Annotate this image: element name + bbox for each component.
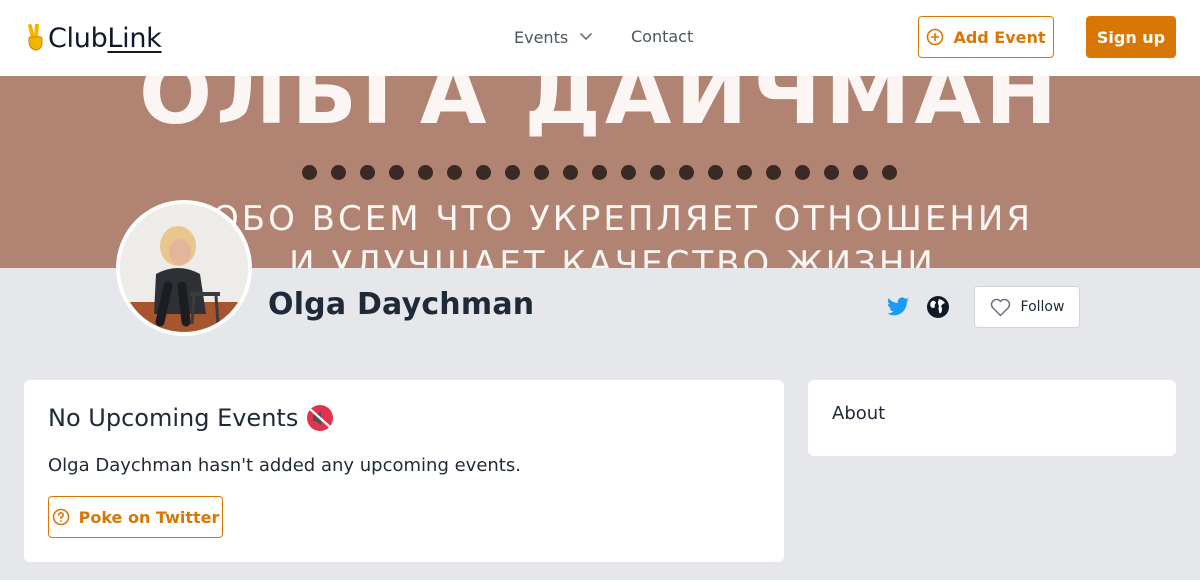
banner-dot — [331, 165, 346, 180]
banner-dot — [824, 165, 839, 180]
poke-label: Poke on Twitter — [78, 507, 220, 527]
events-card-title: No Upcoming Events — [48, 404, 299, 432]
globe-icon[interactable] — [926, 295, 950, 319]
banner-dot — [882, 165, 897, 180]
banner-dot — [505, 165, 520, 180]
nav-events-dropdown[interactable]: Events — [514, 26, 592, 48]
banner-dot — [302, 165, 317, 180]
profile-avatar — [116, 200, 252, 336]
banner-dot — [853, 165, 868, 180]
banner-dot — [563, 165, 578, 180]
banner-dot — [534, 165, 549, 180]
follow-label: Follow — [1020, 299, 1065, 315]
follow-button[interactable]: Follow — [974, 286, 1080, 328]
banner-dot — [766, 165, 781, 180]
banner-dot — [360, 165, 375, 180]
banner-dot — [795, 165, 810, 180]
nav-events-label: Events — [514, 27, 569, 47]
banner-dot — [650, 165, 665, 180]
top-header: ClubLink Events Contact Add Event Sign u… — [0, 0, 1200, 76]
about-card: About — [808, 380, 1176, 456]
banner-dots — [302, 165, 897, 180]
banner-dot — [389, 165, 404, 180]
profile-name: Olga Daychman — [268, 287, 535, 322]
banner-title: ОЛЬГА ДАЙЧМАН — [138, 76, 1062, 144]
banner-dot — [679, 165, 694, 180]
upcoming-events-card: No Upcoming Events Olga Daychman hasn't … — [24, 380, 784, 562]
plus-circle-icon — [927, 28, 944, 46]
banner-dot — [621, 165, 636, 180]
victory-hand-icon — [28, 24, 43, 51]
about-card-title: About — [832, 403, 886, 424]
muted-speaker-icon — [307, 405, 334, 431]
banner-dot — [447, 165, 462, 180]
heart-icon — [990, 298, 1010, 316]
banner-dot — [708, 165, 723, 180]
twitter-icon[interactable] — [886, 295, 910, 319]
add-event-label: Add Event — [953, 27, 1046, 47]
banner-dot — [476, 165, 491, 180]
no-events-message: Olga Daychman hasn't added any upcoming … — [48, 455, 521, 476]
question-circle-icon — [52, 508, 69, 526]
nav-contact-link[interactable]: Contact — [631, 26, 693, 48]
banner-dot — [592, 165, 607, 180]
poke-on-twitter-button[interactable]: Poke on Twitter — [48, 496, 223, 538]
logo-text-prefix: Club — [48, 22, 108, 54]
chevron-down-icon — [580, 33, 592, 41]
add-event-button[interactable]: Add Event — [918, 16, 1054, 58]
banner-dot — [418, 165, 433, 180]
clublink-logo[interactable]: ClubLink — [26, 20, 162, 56]
person-photo — [120, 204, 248, 332]
signup-button[interactable]: Sign up — [1086, 16, 1176, 58]
logo-text-suffix: Link — [107, 22, 162, 54]
banner-dot — [737, 165, 752, 180]
